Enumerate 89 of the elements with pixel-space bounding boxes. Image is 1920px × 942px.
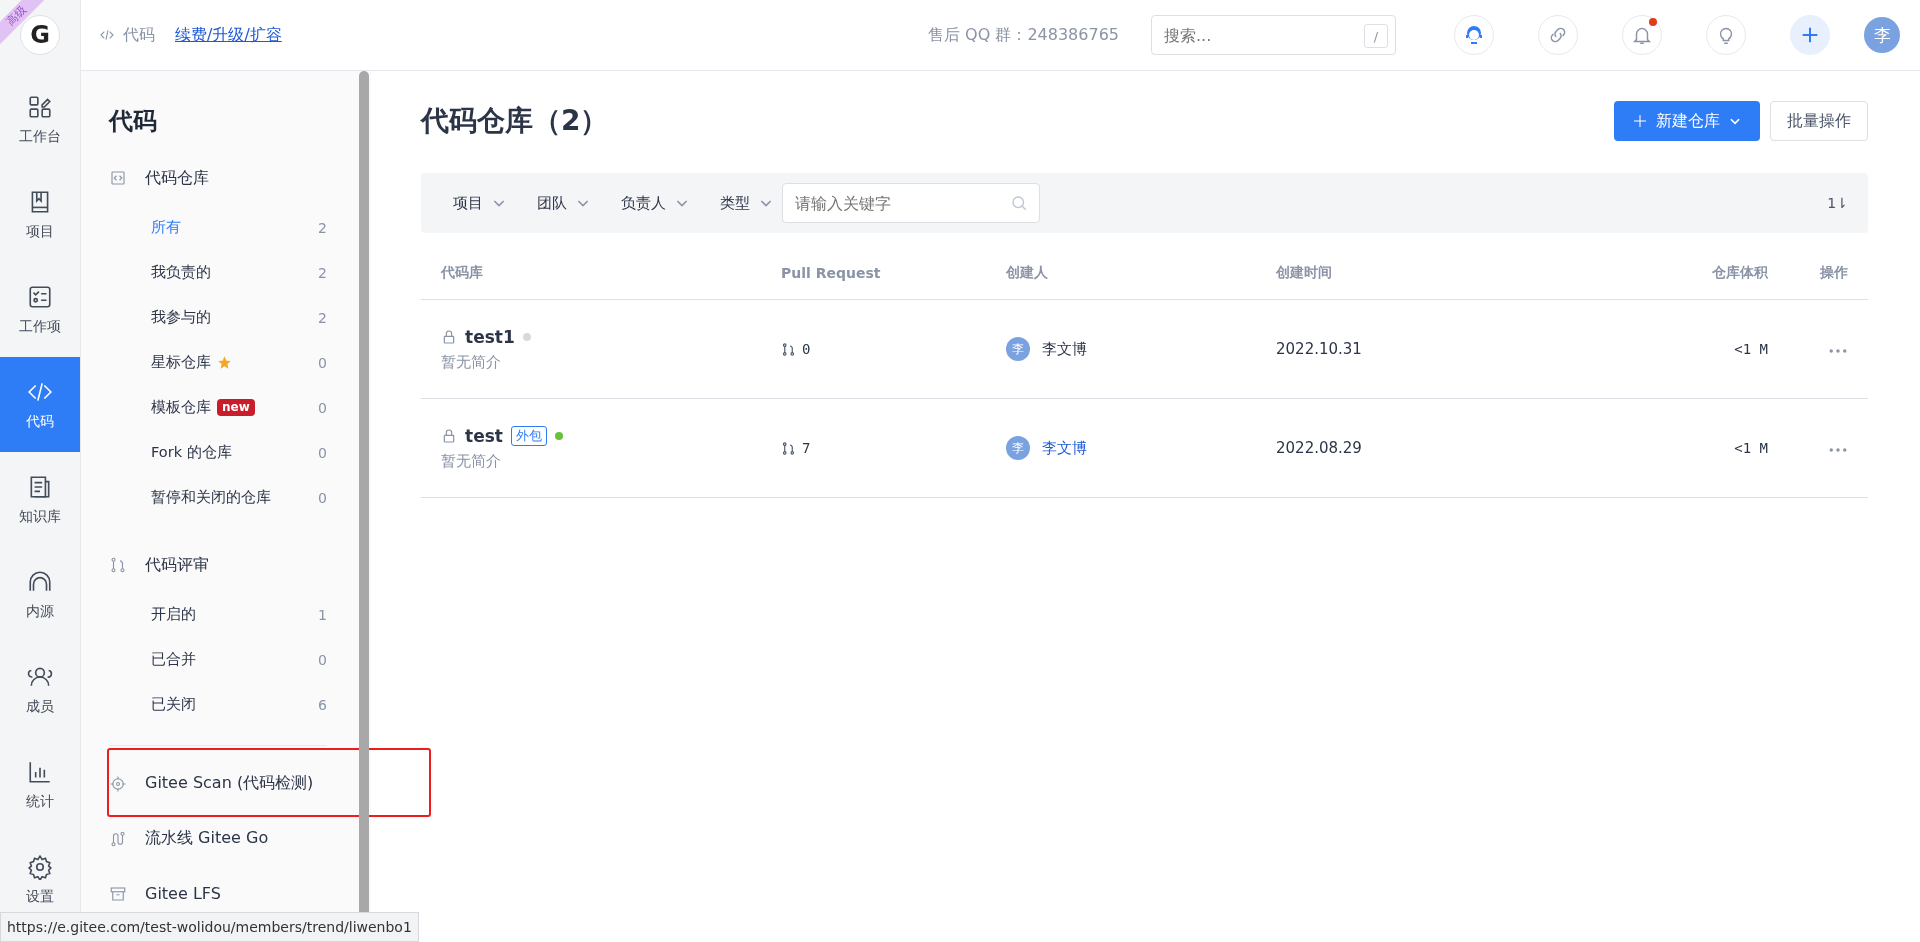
archive-icon <box>109 884 127 903</box>
item-count: 1 <box>318 606 327 623</box>
column-header: 创建时间 <box>1276 264 1332 280</box>
repo-name-link[interactable]: test1 <box>465 326 515 347</box>
add-button[interactable] <box>1790 15 1830 55</box>
code-icon <box>99 27 115 43</box>
plus-icon <box>1632 113 1648 129</box>
nav-item[interactable]: 工作项 <box>0 262 80 357</box>
created-date: 2022.08.29 <box>1276 439 1362 457</box>
repo-tag: 外包 <box>510 425 547 446</box>
sidebar-link[interactable]: Gitee Scan (代码检测) <box>109 773 314 794</box>
keyword-field[interactable]: 请输入关键字 <box>782 183 1040 223</box>
new-repo-button[interactable]: 新建仓库 <box>1614 101 1760 141</box>
item-count: 0 <box>318 489 327 506</box>
nav-item[interactable]: 工作台 <box>0 72 80 167</box>
sidebar-item[interactable]: Fork 的仓库 0 <box>109 430 371 475</box>
column-header: 仓库体积 <box>1712 264 1768 280</box>
more-icon[interactable] <box>1828 348 1848 354</box>
settings-icon <box>27 853 53 880</box>
sidebar-group[interactable]: 代码仓库 <box>109 151 371 205</box>
code-box-icon <box>109 169 127 187</box>
sidebar-item[interactable]: 我参与的 2 <box>109 295 371 340</box>
sidebar-item[interactable]: 开启的 1 <box>109 592 371 637</box>
nav-item[interactable]: 内源 <box>0 547 80 642</box>
item-count: 0 <box>318 444 327 461</box>
grid-icon <box>27 93 53 120</box>
column-header: 代码库 <box>441 264 483 280</box>
filter-dropdown[interactable]: 负责人 <box>621 193 690 213</box>
sidebar-title: 代码 <box>109 106 158 137</box>
sidebar-item[interactable]: 暂停和关闭的仓库 0 <box>109 475 371 520</box>
lock-icon <box>441 328 457 345</box>
shortcut-key: / <box>1364 24 1388 48</box>
crosshair-icon <box>109 774 127 793</box>
url-tooltip: https://e.gitee.com/test-wolidou/members/trend/liwenbo1 <box>0 912 419 942</box>
nav-item[interactable]: 统计 <box>0 737 80 832</box>
creator-link[interactable]: 李文博 <box>1042 339 1087 359</box>
item-count: 0 <box>318 651 327 668</box>
more-icon[interactable] <box>1828 447 1848 453</box>
star-icon <box>217 355 232 370</box>
page-title: 代码仓库（2） <box>421 103 610 139</box>
nav-item[interactable]: 成员 <box>0 642 80 737</box>
new-badge: new <box>217 399 255 416</box>
creator-avatar: 李 <box>1006 436 1030 460</box>
repo-description: 暂无简介 <box>441 352 502 372</box>
sidebar-group[interactable]: 代码评审 <box>109 538 371 592</box>
item-count: 0 <box>318 354 327 371</box>
sidebar-item[interactable]: 已合并 0 <box>109 637 371 682</box>
lock-icon <box>441 427 457 444</box>
created-date: 2022.10.31 <box>1276 340 1362 358</box>
checklist-icon <box>27 283 53 310</box>
filter-dropdown[interactable]: 类型 <box>720 193 774 213</box>
merge-icon <box>109 556 127 574</box>
column-header: Pull Request <box>781 265 881 281</box>
pull-request-icon <box>781 341 796 357</box>
item-count: 2 <box>318 219 327 236</box>
batch-button[interactable]: 批量操作 <box>1770 101 1868 141</box>
filter-dropdown[interactable]: 项目 <box>453 193 507 213</box>
search-icon <box>1010 194 1028 212</box>
breadcrumb: 代码 <box>123 24 155 46</box>
repo-name-link[interactable]: test <box>465 425 503 446</box>
filter-dropdown[interactable]: 团队 <box>537 193 591 213</box>
nav-item[interactable]: 知识库 <box>0 452 80 547</box>
item-count: 6 <box>318 696 327 713</box>
sidebar-link[interactable]: 流水线 Gitee Go <box>109 828 269 849</box>
sidebar-item[interactable]: 模板仓库 new 0 <box>109 385 371 430</box>
column-header: 创建人 <box>1006 264 1048 280</box>
support-text: 售后 QQ 群：248386765 <box>928 24 1119 46</box>
creator-avatar: 李 <box>1006 337 1030 361</box>
pipeline-icon <box>109 829 127 848</box>
nav-item[interactable]: 代码 <box>0 357 80 452</box>
column-header: 操作 <box>1820 264 1848 280</box>
sidebar-link[interactable]: Gitee LFS <box>109 884 221 903</box>
nav-item[interactable]: 项目 <box>0 167 80 262</box>
repo-size: <1 M <box>1734 341 1768 357</box>
sidebar-item[interactable]: 所有 2 <box>109 205 371 250</box>
upgrade-link[interactable]: 续费/升级/扩容 <box>175 24 282 46</box>
creator-link[interactable]: 李文博 <box>1042 438 1087 458</box>
pull-request-count: 0 <box>802 341 811 357</box>
item-count: 2 <box>318 309 327 326</box>
pull-request-icon <box>781 440 796 456</box>
repo-description: 暂无简介 <box>441 451 502 471</box>
pull-request-count: 7 <box>802 440 811 456</box>
sort-toggle[interactable]: 1⇂ <box>1827 195 1848 211</box>
sidebar-item[interactable]: 我负责的 2 <box>109 250 371 295</box>
item-count: 0 <box>318 399 327 416</box>
item-count: 2 <box>318 264 327 281</box>
sidebar-item[interactable]: 星标仓库 0 <box>109 340 371 385</box>
repo-size: <1 M <box>1734 440 1768 456</box>
sidebar-item[interactable]: 已关闭 6 <box>109 682 371 727</box>
